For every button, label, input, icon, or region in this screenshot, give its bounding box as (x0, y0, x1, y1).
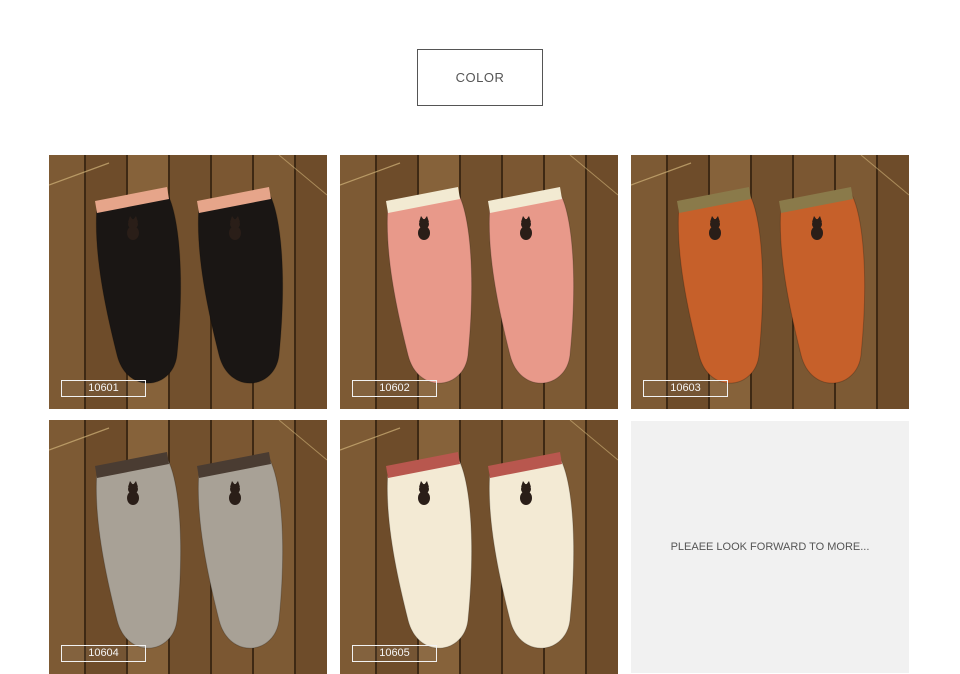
sock-photo (49, 420, 327, 674)
placeholder-text: PLEAEE LOOK FORWARD TO MORE... (670, 541, 870, 553)
product-code-label: 10604 (61, 645, 146, 662)
product-code-label: 10602 (352, 380, 437, 397)
product-tile-10602[interactable]: 10602 (340, 155, 618, 409)
product-tile-10601[interactable]: 10601 (49, 155, 327, 409)
product-code-label: 10603 (643, 380, 728, 397)
product-code-label: 10601 (61, 380, 146, 397)
product-code-label: 10605 (352, 645, 437, 662)
product-tile-10603[interactable]: 10603 (631, 155, 909, 409)
more-coming-placeholder: PLEAEE LOOK FORWARD TO MORE... (631, 421, 909, 673)
sock-photo (340, 155, 618, 409)
product-tile-10605[interactable]: 10605 (340, 420, 618, 674)
sock-photo (631, 155, 909, 409)
sock-photo (340, 420, 618, 674)
color-heading: COLOR (417, 49, 543, 106)
sock-photo (49, 155, 327, 409)
product-tile-10604[interactable]: 10604 (49, 420, 327, 674)
